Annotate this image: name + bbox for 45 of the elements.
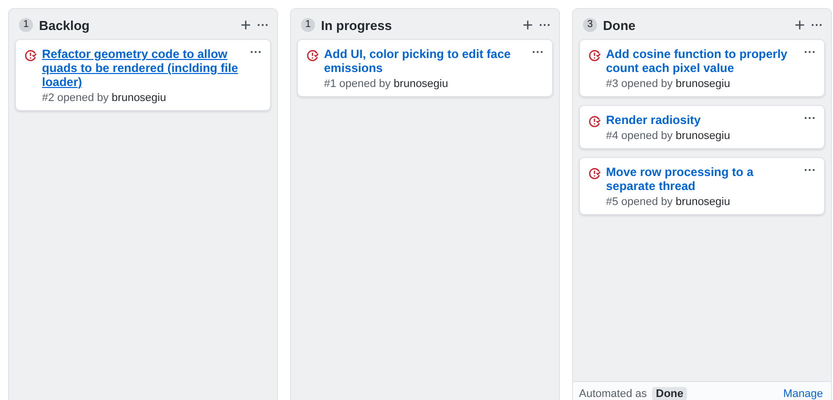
author-name: brunosegiu	[676, 130, 730, 142]
issue-card[interactable]: Move row processing to a separate thread #5 opened by brunosegiu ···	[579, 157, 825, 215]
issue-title-link[interactable]: Refactor geometry code to allow quads to be rendered (inclding file loader)	[42, 47, 245, 89]
count-badge: 1	[19, 18, 33, 32]
more-button[interactable]: ···	[804, 163, 816, 177]
issue-title-link[interactable]: Add UI, color picking to edit face emissions	[324, 47, 527, 75]
issue-title-link[interactable]: Move row processing to a separate thread	[606, 165, 799, 193]
column-title: Backlog	[39, 18, 91, 32]
column-title: Done	[603, 18, 636, 32]
issue-title-link[interactable]: Render radiosity	[606, 113, 799, 127]
issue-meta: #1 opened by	[324, 78, 391, 90]
issue-meta: #2 opened by	[42, 92, 109, 104]
issue-title-link[interactable]: Add cosine function to properly count each pixel value	[606, 47, 799, 75]
issue-card[interactable]: Add UI, color picking to edit face emissions #1 opened by brunosegiu ···	[297, 39, 553, 97]
closed-issue-icon	[588, 115, 601, 128]
issue-meta: #3 opened by	[606, 78, 673, 90]
more-button[interactable]: ···	[811, 18, 823, 32]
add-button[interactable]: +	[522, 17, 533, 33]
issue-card[interactable]: Refactor geometry code to allow quads to be rendered (inclding file loader) #2 opened by brunosegiu ···	[15, 39, 271, 111]
more-button[interactable]: ···	[804, 111, 816, 125]
author-name: brunosegiu	[676, 78, 730, 90]
column-title: In progress	[321, 18, 393, 32]
closed-issue-icon	[588, 49, 601, 62]
author-name: brunosegiu	[112, 92, 166, 104]
count-badge: 3	[583, 18, 597, 32]
add-button[interactable]: +	[794, 17, 805, 33]
count-badge: 1	[301, 18, 315, 32]
issue-meta: #5 opened by	[606, 196, 673, 208]
more-button[interactable]: ···	[250, 45, 262, 59]
issue-card[interactable]: Render radiosity #4 opened by brunosegiu ···	[579, 105, 825, 149]
closed-issue-icon	[588, 167, 601, 180]
manage-link[interactable]: Manage	[783, 388, 823, 400]
closed-issue-icon	[306, 49, 319, 62]
automation-tag: Done	[652, 386, 688, 400]
closed-issue-icon	[24, 49, 37, 62]
automation-label: Automated as	[579, 388, 647, 400]
author-name: brunosegiu	[676, 196, 730, 208]
more-button[interactable]: ···	[532, 45, 544, 59]
more-button[interactable]: ···	[539, 18, 551, 32]
issue-card[interactable]: Add cosine function to properly count each pixel value #3 opened by brunosegiu ···	[579, 39, 825, 97]
issue-meta: #4 opened by	[606, 130, 673, 142]
add-button[interactable]: +	[240, 17, 251, 33]
more-button[interactable]: ···	[257, 18, 269, 32]
author-name: brunosegiu	[394, 78, 448, 90]
more-button[interactable]: ···	[804, 45, 816, 59]
